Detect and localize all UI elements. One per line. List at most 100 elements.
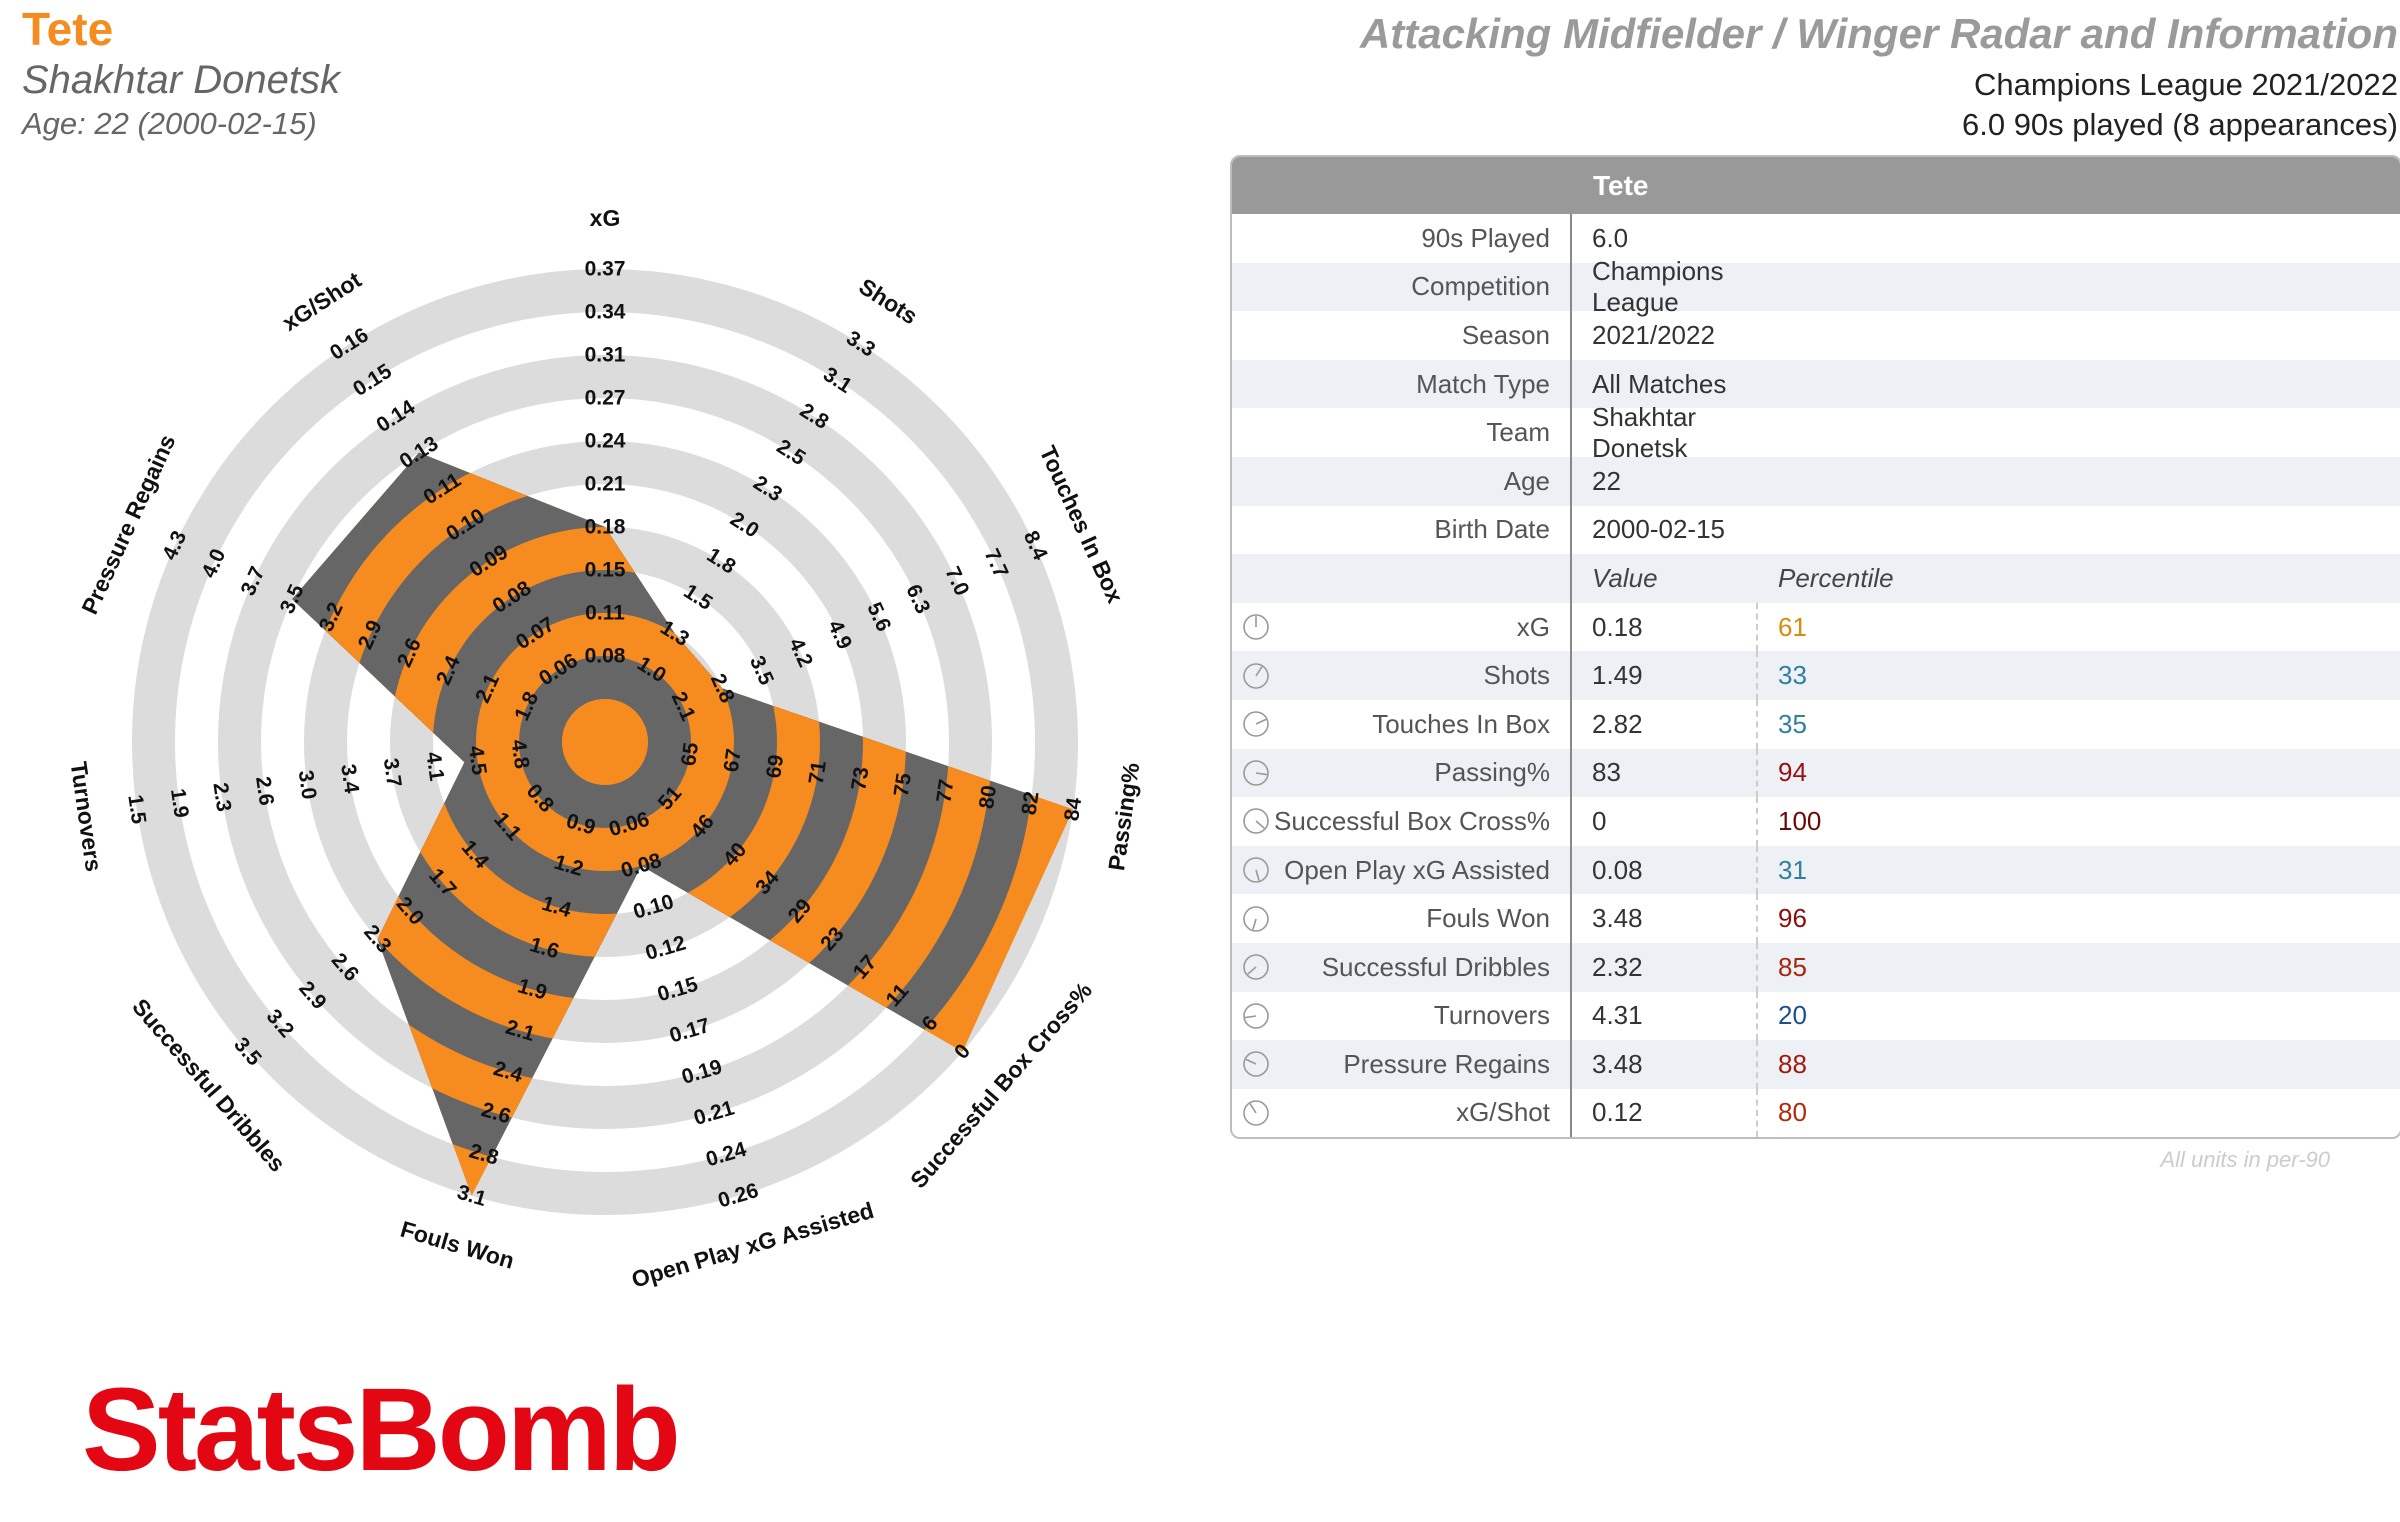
tick-label: 1.5 — [123, 793, 150, 825]
tick-label: 80 — [975, 784, 1001, 810]
metric-percentile: 100 — [1756, 797, 1821, 846]
metric-row: Fouls Won 3.48 96 — [1232, 894, 2400, 943]
info-row: Team Shakhtar Donetsk — [1232, 401, 2400, 463]
axis-label: xG/Shot — [278, 266, 367, 336]
dial-icon — [1243, 760, 1269, 786]
dial-icon — [1243, 808, 1269, 835]
info-row: Birth Date 2000-02-15 — [1232, 505, 2400, 555]
played-line: 6.0 90s played (8 appearances) — [1961, 107, 2398, 142]
tick-label: 4.5 — [464, 744, 491, 776]
metric-value: 1.49 — [1592, 660, 1643, 691]
tick-label: 84 — [1060, 796, 1086, 823]
metric-value: 2.32 — [1592, 951, 1643, 982]
axis-label: Passing% — [1103, 761, 1144, 872]
player-name: Tete — [22, 3, 114, 55]
metric-label-text: xG/Shot — [1456, 1097, 1550, 1128]
dial-icon — [1243, 1002, 1269, 1029]
table-body: 90s Played 6.0 Competition Champions Leagu… — [1232, 214, 2400, 603]
metric-row: Successful Dribbles 2.32 85 — [1232, 942, 2400, 992]
tick-label: 3.0 — [294, 769, 321, 801]
tick-label: 0.11 — [585, 602, 625, 625]
report-title: Attacking Midfielder / Winger Radar and … — [1359, 10, 2398, 57]
metric-label: xG — [1232, 602, 1572, 652]
metric-row: Pressure Regains 3.48 88 — [1232, 1040, 2400, 1089]
metric-value: 3.48 — [1592, 1048, 1643, 1079]
dial-icon — [1243, 614, 1269, 640]
dial-icon — [1243, 662, 1269, 689]
metric-row: Shots 1.49 33 — [1232, 651, 2400, 700]
info-row: Match Type All Matches — [1232, 359, 2400, 409]
metric-row: Successful Box Cross% 0 100 — [1232, 797, 2400, 846]
tick-label: 0.34 — [585, 301, 626, 324]
info-value: 2021/2022 — [1592, 319, 1715, 350]
metric-label: Passing% — [1232, 748, 1572, 798]
info-value: Shakhtar Donetsk — [1592, 401, 1697, 463]
tick-label: 0.37 — [585, 258, 626, 281]
metric-label-text: Turnovers — [1433, 1000, 1550, 1031]
metric-row: Touches In Box 2.82 35 — [1232, 699, 2400, 749]
tick-label: 0.21 — [585, 473, 626, 496]
metric-label: xG/Shot — [1232, 1088, 1572, 1138]
metric-label-text: Pressure Regains — [1343, 1048, 1550, 1079]
metric-percentile: 85 — [1756, 942, 1807, 992]
metric-label: Successful Box Cross% — [1232, 797, 1572, 846]
metric-label-text: Fouls Won — [1426, 903, 1550, 934]
axis-label: xG — [590, 205, 621, 231]
tick-label: 75 — [890, 771, 916, 798]
tick-label: 0.08 — [585, 645, 626, 668]
tick-label: 0.15 — [585, 559, 626, 582]
metric-percentile: 88 — [1756, 1040, 1807, 1089]
age-line: Age: 22 (2000-02-15) — [22, 106, 317, 141]
metric-label-text: Successful Box Cross% — [1274, 805, 1550, 836]
metric-row: Turnovers 4.31 20 — [1232, 991, 2400, 1041]
tick-label: 0.18 — [585, 516, 626, 539]
info-label: Match Type — [1232, 359, 1572, 409]
competition-line: Champions League 2021/2022 — [1973, 67, 2398, 102]
metric-percentile: 35 — [1756, 699, 1807, 749]
metric-row: Passing% 83 94 — [1232, 748, 2400, 798]
metric-label: Successful Dribbles — [1232, 942, 1572, 992]
metric-value: 0 — [1592, 805, 1607, 836]
metric-percentile: 20 — [1756, 991, 1807, 1041]
metric-value: 4.31 — [1592, 1000, 1643, 1031]
metric-label-text: Open Play xG Assisted — [1284, 854, 1550, 885]
table-title: Tete — [1593, 169, 1649, 201]
tick-label: 67 — [720, 747, 746, 773]
metric-percentile: 94 — [1756, 748, 1807, 798]
tick-label: 1.9 — [166, 787, 193, 819]
value-column-header: Value — [1592, 562, 1658, 593]
dial-icon — [1243, 905, 1269, 932]
tick-label: 2.6 — [251, 775, 278, 807]
tick-label: 73 — [847, 765, 873, 791]
metric-row: Open Play xG Assisted 0.08 31 — [1232, 845, 2400, 895]
metric-label: Pressure Regains — [1232, 1040, 1572, 1089]
dial-icon — [1243, 711, 1269, 738]
metric-percentile: 31 — [1756, 845, 1807, 895]
metric-value: 2.82 — [1592, 708, 1643, 739]
info-label: Team — [1232, 408, 1572, 457]
metric-label: Turnovers — [1232, 991, 1572, 1041]
statsbomb-logo: StatsBomb — [82, 1364, 681, 1496]
tick-label: 0.27 — [585, 387, 626, 410]
metric-label: Open Play xG Assisted — [1232, 845, 1572, 895]
metric-label-text: xG — [1516, 611, 1550, 642]
tick-label: 2.3 — [208, 781, 235, 813]
dial-icon — [1243, 1100, 1269, 1126]
info-row: 90s Played 6.0 — [1232, 214, 2400, 263]
metric-percentile: 61 — [1756, 602, 1807, 652]
metric-header-row: Value Percentile — [1232, 554, 2400, 603]
tick-label: 4.1 — [421, 750, 448, 782]
metric-label-text: Touches In Box — [1372, 708, 1550, 739]
info-row: Competition Champions League — [1232, 256, 2400, 317]
info-label: Season — [1232, 311, 1572, 360]
blank-cell — [1232, 554, 1572, 603]
metric-value: 0.18 — [1592, 611, 1643, 642]
dial-icon — [1243, 1051, 1269, 1078]
metric-label: Shots — [1232, 651, 1572, 700]
axis-label: Shots — [854, 273, 922, 329]
metric-label: Fouls Won — [1232, 894, 1572, 943]
axis-label: Fouls Won — [398, 1216, 518, 1274]
team-name: Shakhtar Donetsk — [22, 58, 340, 102]
tick-label: 82 — [1018, 790, 1044, 816]
percentile-column-header: Percentile — [1778, 562, 1894, 593]
